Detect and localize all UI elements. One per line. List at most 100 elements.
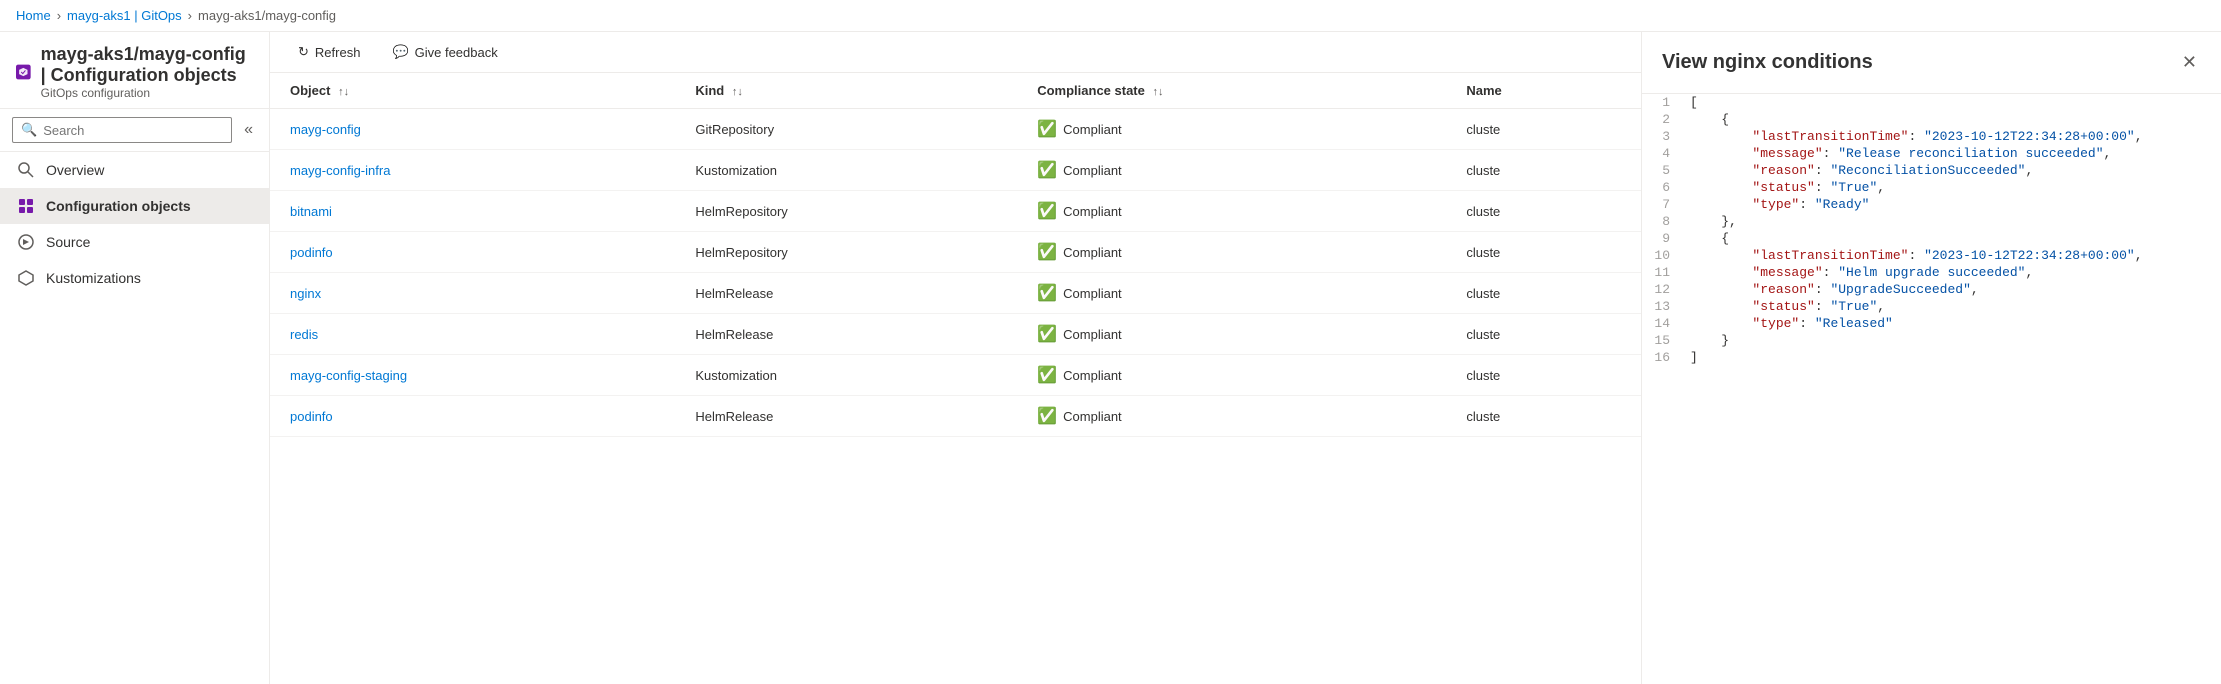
line-content: "type": "Ready" [1682, 196, 2221, 213]
col-name[interactable]: Name [1446, 73, 1641, 109]
compliant-icon: ✅ [1037, 119, 1057, 139]
compliance-text: Compliant [1063, 368, 1122, 383]
sidebar-item-source-label: Source [46, 234, 90, 250]
line-content: "reason": "ReconciliationSucceeded", [1682, 162, 2221, 179]
search-box[interactable]: 🔍 [12, 117, 232, 143]
col-compliance[interactable]: Compliance state ↑↓ [1017, 73, 1446, 109]
cell-name: cluste [1446, 396, 1641, 437]
toolbar: ↻ Refresh 💬 Give feedback [270, 32, 1641, 73]
close-button[interactable]: ✕ [2178, 48, 2201, 77]
compliant-icon: ✅ [1037, 324, 1057, 344]
code-line: 10 "lastTransitionTime": "2023-10-12T22:… [1642, 247, 2221, 264]
line-number: 2 [1642, 111, 1682, 128]
collapse-button[interactable]: « [236, 117, 261, 143]
cell-object[interactable]: redis [270, 314, 675, 355]
code-line: 7 "type": "Ready" [1642, 196, 2221, 213]
cell-name: cluste [1446, 314, 1641, 355]
breadcrumb-home[interactable]: Home [16, 8, 51, 23]
line-number: 14 [1642, 315, 1682, 332]
refresh-label: Refresh [315, 45, 361, 60]
line-number: 6 [1642, 179, 1682, 196]
cell-compliance: ✅ Compliant [1017, 396, 1446, 437]
code-line: 1[ [1642, 94, 2221, 111]
compliance-text: Compliant [1063, 409, 1122, 424]
code-line: 6 "status": "True", [1642, 179, 2221, 196]
cell-object[interactable]: nginx [270, 273, 675, 314]
line-content: [ [1682, 94, 2221, 111]
feedback-icon: 💬 [392, 44, 408, 60]
table-row: mayg-config-infra Kustomization ✅ Compli… [270, 150, 1641, 191]
line-content: "reason": "UpgradeSucceeded", [1682, 281, 2221, 298]
line-content: }, [1682, 213, 2221, 230]
cell-compliance: ✅ Compliant [1017, 232, 1446, 273]
compliance-text: Compliant [1063, 327, 1122, 342]
cell-kind: HelmRepository [675, 232, 1017, 273]
cell-kind: GitRepository [675, 109, 1017, 150]
page-header: mayg-aks1/mayg-config | Configuration ob… [0, 32, 269, 109]
cell-kind: HelmRelease [675, 273, 1017, 314]
cell-kind: HelmRepository [675, 191, 1017, 232]
code-line: 5 "reason": "ReconciliationSucceeded", [1642, 162, 2221, 179]
right-panel-header: View nginx conditions ✕ [1642, 32, 2221, 94]
sidebar-item-source[interactable]: Source [0, 224, 269, 260]
cell-name: cluste [1446, 232, 1641, 273]
compliant-icon: ✅ [1037, 242, 1057, 262]
code-line: 4 "message": "Release reconciliation suc… [1642, 145, 2221, 162]
sort-icon-kind: ↑↓ [732, 86, 743, 98]
col-object[interactable]: Object ↑↓ [270, 73, 675, 109]
compliant-icon: ✅ [1037, 283, 1057, 303]
sidebar-item-overview[interactable]: Overview [0, 152, 269, 188]
cell-object[interactable]: mayg-config-staging [270, 355, 675, 396]
cell-object[interactable]: mayg-config [270, 109, 675, 150]
table-row: podinfo HelmRelease ✅ Compliant cluste [270, 396, 1641, 437]
sort-icon-compliance: ↑↓ [1153, 86, 1164, 98]
sidebar-item-kustomizations[interactable]: Kustomizations [0, 260, 269, 296]
cell-kind: Kustomization [675, 150, 1017, 191]
compliance-text: Compliant [1063, 286, 1122, 301]
source-icon [16, 232, 36, 252]
table-container: Object ↑↓ Kind ↑↓ Compliance state ↑↓ [270, 73, 1641, 684]
gitops-icon [16, 58, 31, 86]
feedback-button[interactable]: 💬 Give feedback [384, 40, 505, 64]
cell-compliance: ✅ Compliant [1017, 109, 1446, 150]
line-number: 15 [1642, 332, 1682, 349]
line-number: 8 [1642, 213, 1682, 230]
overview-icon [16, 160, 36, 180]
configuration-objects-icon [16, 196, 36, 216]
code-line: 15 } [1642, 332, 2221, 349]
line-number: 16 [1642, 349, 1682, 366]
search-icon: 🔍 [21, 122, 37, 138]
cell-object[interactable]: bitnami [270, 191, 675, 232]
line-content: { [1682, 111, 2221, 128]
code-line: 8 }, [1642, 213, 2221, 230]
cell-compliance: ✅ Compliant [1017, 273, 1446, 314]
code-panel: 1[2 {3 "lastTransitionTime": "2023-10-12… [1642, 94, 2221, 684]
cell-object[interactable]: podinfo [270, 232, 675, 273]
line-number: 11 [1642, 264, 1682, 281]
cell-kind: HelmRelease [675, 314, 1017, 355]
code-line: 9 { [1642, 230, 2221, 247]
line-content: "status": "True", [1682, 179, 2221, 196]
compliant-icon: ✅ [1037, 201, 1057, 221]
page-title: mayg-aks1/mayg-config | Configuration ob… [41, 44, 253, 86]
col-kind[interactable]: Kind ↑↓ [675, 73, 1017, 109]
compliance-text: Compliant [1063, 163, 1122, 178]
cell-kind: Kustomization [675, 355, 1017, 396]
line-number: 12 [1642, 281, 1682, 298]
sidebar-item-configuration-objects[interactable]: Configuration objects [0, 188, 269, 224]
cell-name: cluste [1446, 150, 1641, 191]
cell-compliance: ✅ Compliant [1017, 150, 1446, 191]
refresh-icon: ↻ [298, 44, 309, 60]
breadcrumb-gitops[interactable]: mayg-aks1 | GitOps [67, 8, 182, 23]
cell-object[interactable]: podinfo [270, 396, 675, 437]
sidebar-item-overview-label: Overview [46, 162, 104, 178]
refresh-button[interactable]: ↻ Refresh [290, 40, 368, 64]
cell-object[interactable]: mayg-config-infra [270, 150, 675, 191]
sidebar: mayg-aks1/mayg-config | Configuration ob… [0, 32, 270, 684]
line-number: 10 [1642, 247, 1682, 264]
line-number: 3 [1642, 128, 1682, 145]
compliance-text: Compliant [1063, 245, 1122, 260]
search-input[interactable] [43, 123, 223, 138]
line-number: 1 [1642, 94, 1682, 111]
line-content: "message": "Helm upgrade succeeded", [1682, 264, 2221, 281]
